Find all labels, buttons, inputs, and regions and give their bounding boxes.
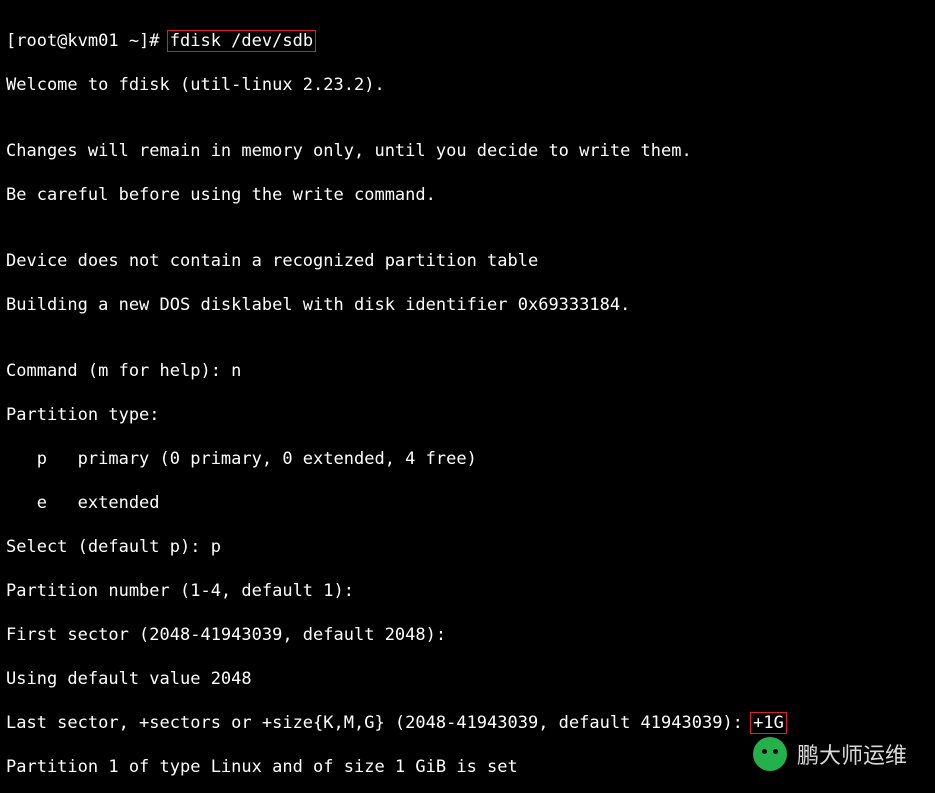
- output-line: Device does not contain a recognized par…: [6, 250, 929, 272]
- output-line: First sector (2048-41943039, default 204…: [6, 624, 929, 646]
- output-line: Select (default p): p: [6, 536, 929, 558]
- highlighted-command: fdisk /dev/sdb: [167, 30, 316, 52]
- output-line: Welcome to fdisk (util-linux 2.23.2).: [6, 74, 929, 96]
- wechat-icon: [753, 737, 787, 771]
- last-sector-prefix: Last sector, +sectors or +size{K,M,G} (2…: [6, 713, 753, 733]
- output-line: Partition number (1-4, default 1):: [6, 580, 929, 602]
- output-line: p primary (0 primary, 0 extended, 4 free…: [6, 448, 929, 470]
- output-line: Command (m for help): n: [6, 360, 929, 382]
- output-line: Using default value 2048: [6, 668, 929, 690]
- watermark: 鹏大师运维: [753, 737, 907, 771]
- output-line: Be careful before using the write comman…: [6, 184, 929, 206]
- output-line: Building a new DOS disklabel with disk i…: [6, 294, 929, 316]
- output-line: Changes will remain in memory only, unti…: [6, 140, 929, 162]
- output-line: Partition type:: [6, 404, 929, 426]
- output-line: e extended: [6, 492, 929, 514]
- watermark-text: 鹏大师运维: [797, 743, 907, 765]
- terminal[interactable]: [root@kvm01 ~]# fdisk /dev/sdb Welcome t…: [0, 0, 935, 793]
- prompt-text: [root@kvm01 ~]#: [6, 31, 170, 51]
- prompt-line-1: [root@kvm01 ~]# fdisk /dev/sdb: [6, 30, 929, 52]
- highlighted-input: +1G: [750, 712, 787, 734]
- output-line: Last sector, +sectors or +size{K,M,G} (2…: [6, 712, 929, 734]
